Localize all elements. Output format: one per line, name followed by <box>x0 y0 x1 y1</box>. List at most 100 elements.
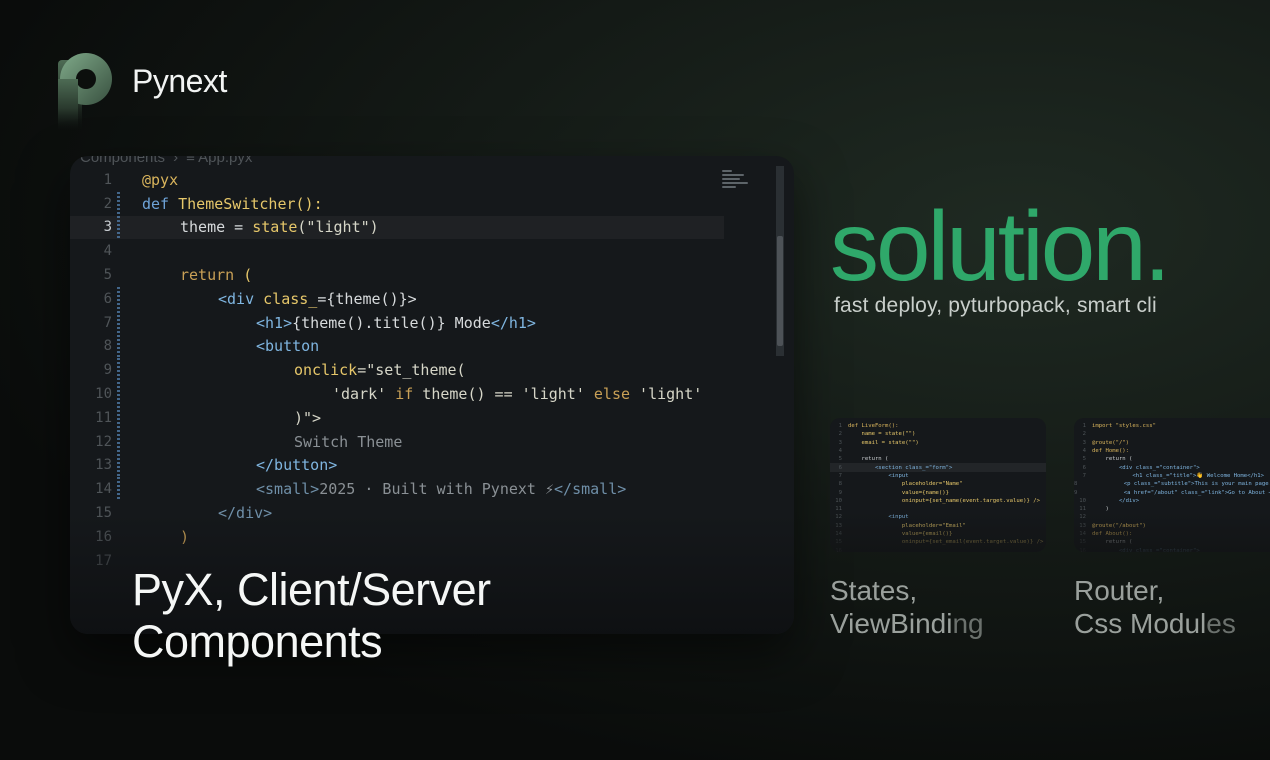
code-editor-panel: Components › ≡ App.pyx 1 @pyx 2 def ThemeS… <box>70 156 794 634</box>
thumb-line-number: 4 <box>1082 448 1086 455</box>
code-string: 'light' <box>630 385 703 404</box>
thumb-line-number: 1 <box>838 423 842 430</box>
line-number: 14 <box>95 481 112 498</box>
thumb-line-number: 3 <box>1082 439 1086 446</box>
thumb-code-text: return ( <box>848 456 889 463</box>
code-text: theme = <box>180 218 253 237</box>
code-tag: <div <box>218 289 255 308</box>
thumb-code-text: <a href="/about" class_="link">Go to Abo… <box>1083 489 1270 496</box>
code-text: 2025 · Built with Pynext ⚡ <box>319 480 555 499</box>
thumb-code-line: 2 <box>1074 430 1270 438</box>
thumb-line-number: 10 <box>835 497 842 504</box>
code-keyword: if <box>395 385 414 404</box>
line-number: 7 <box>103 314 112 331</box>
thumb-line-number: 9 <box>1074 489 1078 496</box>
thumb-code-line: 1 def LiveForm(): <box>830 422 1046 430</box>
code-line: 4 <box>70 239 794 263</box>
code-text: Switch Theme <box>294 432 403 451</box>
code-tag: <small> <box>256 480 320 499</box>
line-number: 3 <box>103 219 112 236</box>
code-tag: </small> <box>554 480 627 499</box>
line-number: 4 <box>103 243 112 260</box>
line-number: 11 <box>95 409 112 426</box>
code-line: 5 return ( <box>70 263 794 287</box>
thumb-code-text: name = state("") <box>848 431 916 438</box>
thumb-code-text: return ( <box>1092 456 1133 463</box>
thumb-code-text: def Home(): <box>1092 448 1130 455</box>
thumb-line-number: 1 <box>1082 423 1086 430</box>
thumb-code-line: 3 @route("/") <box>1074 439 1270 447</box>
thumb-code-line: 5 return ( <box>830 455 1046 463</box>
feature-label-states: States, ViewBinding <box>830 575 984 639</box>
code-line: 9 onclick ="set_theme( <box>70 358 794 383</box>
thumb-line-number: 4 <box>838 448 842 455</box>
brand: Pynext <box>58 52 227 132</box>
feature-label-router: Router, Css Modules <box>1074 575 1236 639</box>
code-string: )"> <box>294 408 322 427</box>
code-line-active: 3 theme = state ("light") <box>70 215 724 240</box>
thumb-code-text: oninput={set_name(event.target.value)} /… <box>848 497 1040 504</box>
thumb-line-number: 8 <box>1074 481 1078 488</box>
line-number: 2 <box>103 195 112 212</box>
code-line: 14 <small> 2025 · Built with Pynext ⚡ </sm… <box>70 477 794 502</box>
code-string: ("light") <box>297 218 379 237</box>
code-lines: 1 @pyx 2 def ThemeSwitcher (): 3 theme = … <box>70 168 794 573</box>
thumb-line-number: 6 <box>838 464 842 471</box>
thumb-line-number: 7 <box>1082 472 1086 479</box>
thumb-code-line: 6 <section class_="form"> <box>830 463 1046 472</box>
breadcrumb-item-components[interactable]: Components <box>80 156 165 166</box>
thumb-code-line: 10 oninput={set_name(event.target.value)… <box>830 497 1046 505</box>
thumb-line-number: 8 <box>838 481 842 488</box>
thumb-code-line: 7 <h1 class_="title">👋 Welcome Home</h1> <box>1074 472 1270 480</box>
line-number: 6 <box>103 290 112 307</box>
thumb-code-text: <h1 class_="title">👋 Welcome Home</h1> <box>1092 472 1264 479</box>
line-number: 8 <box>103 338 112 355</box>
code-tag: <h1> <box>256 313 293 332</box>
code-string: ="set_theme( <box>357 361 466 380</box>
code-string: theme() == 'light' <box>413 385 594 404</box>
thumb-code-text: email = state("") <box>848 439 919 446</box>
thumb-code-line: 8 placeholder="Name" <box>830 480 1046 488</box>
code-line: 2 def ThemeSwitcher (): <box>70 191 794 216</box>
thumb-code-line: 4 <box>830 447 1046 455</box>
thumb-code-line: 7 <input <box>830 472 1046 480</box>
thumb-code-line: 4 def Home(): <box>1074 447 1270 455</box>
thumb-line-number: 10 <box>1079 497 1086 504</box>
code-keyword: def <box>142 194 170 213</box>
code-line: 10 'dark' if theme() == 'light' else 'li… <box>70 382 794 406</box>
line-number: 10 <box>95 386 112 403</box>
code-line: 11 )"> <box>70 405 794 430</box>
code-function-name: state <box>252 218 298 237</box>
thumb-code-line: 10 </div> <box>1074 497 1270 505</box>
code-panel-title: PyX, Client/Server Components <box>132 564 491 667</box>
thumb-code-text: placeholder="Name" <box>848 481 963 488</box>
code-line: 8 <button <box>70 334 794 359</box>
thumb-line-number: 6 <box>1082 464 1086 471</box>
thumb-code-text: <section class_="form"> <box>848 464 953 471</box>
code-string: 'dark' <box>332 385 396 404</box>
code-tag: <button <box>256 337 320 356</box>
code-punct: (): <box>295 194 323 213</box>
line-number: 12 <box>95 433 112 450</box>
code-line: 13 </button> <box>70 453 794 478</box>
feature-thumbnail-states: 1 def LiveForm(): 2 name = state("") 3 emai… <box>830 418 1046 552</box>
breadcrumb-item-file[interactable]: App.pyx <box>198 156 252 166</box>
line-number: 13 <box>95 457 112 474</box>
thumb-code-text: value={name()} <box>848 489 950 496</box>
thumb-code-text: import "styles.css" <box>1092 423 1156 430</box>
thumb-line-number: 7 <box>838 472 842 479</box>
thumb-code-text: def LiveForm(): <box>848 423 899 430</box>
thumb-code-text: </div> <box>1092 497 1140 504</box>
thumb-code-line: 9 value={name()} <box>830 488 1046 496</box>
thumb-code-text: <div class_="container"> <box>1092 464 1200 471</box>
thumb-code-line: 2 name = state("") <box>830 430 1046 438</box>
code-line: 1 @pyx <box>70 168 794 192</box>
file-lines-icon: ≡ <box>186 156 199 166</box>
thumb-code-text: <input <box>848 472 909 479</box>
hero-headline: solution. <box>830 191 1171 301</box>
code-text: ={theme()}> <box>317 289 417 308</box>
brand-name: Pynext <box>132 62 227 99</box>
code-attr: class_ <box>254 289 318 308</box>
thumb-code-text: @route("/") <box>1092 439 1130 446</box>
thumb-code-text: <p class_="subtitle">This is your main p… <box>1083 481 1270 488</box>
